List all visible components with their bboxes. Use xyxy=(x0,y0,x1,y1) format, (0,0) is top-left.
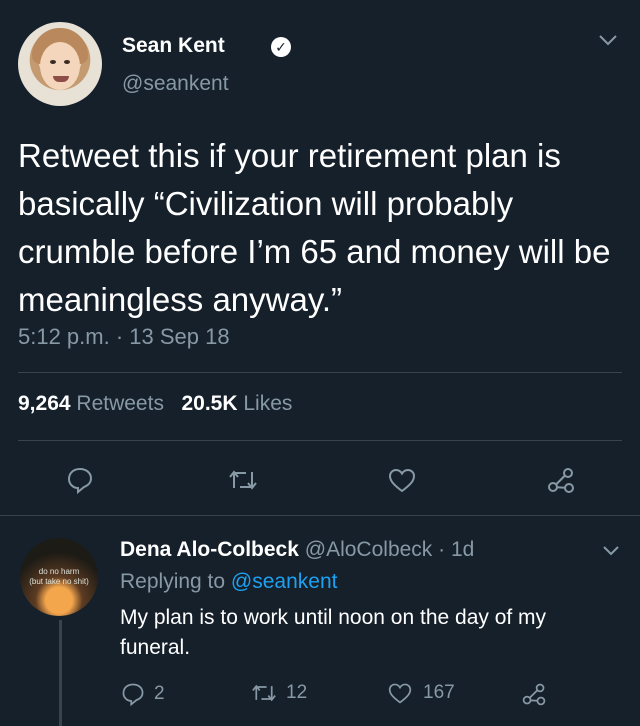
author-avatar[interactable] xyxy=(18,22,102,106)
reply-author-handle[interactable]: @AloColbeck xyxy=(305,538,433,561)
reply-icon[interactable] xyxy=(62,462,98,498)
reply-header: Dena Alo-Colbeck @AloColbeck · 1d xyxy=(120,538,474,562)
reply-text: My plan is to work until noon on the day… xyxy=(120,606,547,659)
share-icon xyxy=(522,683,546,706)
tweet-stats: 9,264 Retweets 20.5K Likes xyxy=(18,392,292,416)
reply-count: 2 xyxy=(154,683,165,704)
share-icon[interactable] xyxy=(543,462,579,498)
divider xyxy=(18,440,622,441)
divider xyxy=(18,372,622,373)
author-name[interactable]: Sean Kent xyxy=(122,34,225,58)
heart-icon xyxy=(388,683,412,704)
tweet-timestamp[interactable]: 5:12 p.m. · 13 Sep 18 xyxy=(18,324,230,350)
retweet-count: 12 xyxy=(286,682,308,703)
avatar-caption-1: do no harm xyxy=(38,567,80,576)
retweets-stat[interactable]: 9,264 Retweets xyxy=(18,392,164,415)
chevron-down-icon[interactable] xyxy=(597,30,619,53)
like-icon[interactable] xyxy=(384,462,420,498)
likes-label: Likes xyxy=(243,392,293,415)
author-handle[interactable]: @seankent xyxy=(122,72,229,96)
thread-line xyxy=(59,620,62,726)
retweet-icon xyxy=(252,684,276,702)
replying-to-handle[interactable]: @seankent xyxy=(231,570,338,593)
avatar-caption-2: (but take no shit) xyxy=(29,577,89,586)
retweets-count: 9,264 xyxy=(18,392,71,415)
replying-to: Replying to @seankent xyxy=(120,570,337,594)
verified-badge-icon: ✓ xyxy=(271,37,291,57)
reply-share-action[interactable] xyxy=(521,681,547,712)
reply-reply-action[interactable]: 2 xyxy=(120,681,165,707)
reply-author-avatar[interactable]: do no harm (but take no shit) xyxy=(20,538,98,616)
like-count: 167 xyxy=(423,682,455,703)
reply-icon xyxy=(122,683,144,707)
divider xyxy=(0,515,640,516)
chevron-down-icon[interactable] xyxy=(601,540,621,563)
replying-prefix: Replying to xyxy=(120,570,226,593)
reply-like-action[interactable]: 167 xyxy=(387,681,455,705)
reply-time: · 1d xyxy=(438,538,475,561)
tweet-text: Retweet this if your retirement plan is … xyxy=(18,137,611,318)
likes-stat[interactable]: 20.5K Likes xyxy=(181,392,292,415)
reply-author-name[interactable]: Dena Alo-Colbeck xyxy=(120,538,299,561)
reply-retweet-action[interactable]: 12 xyxy=(250,681,307,705)
retweets-label: Retweets xyxy=(76,392,164,415)
retweet-icon[interactable] xyxy=(225,462,261,498)
likes-count: 20.5K xyxy=(181,392,238,415)
